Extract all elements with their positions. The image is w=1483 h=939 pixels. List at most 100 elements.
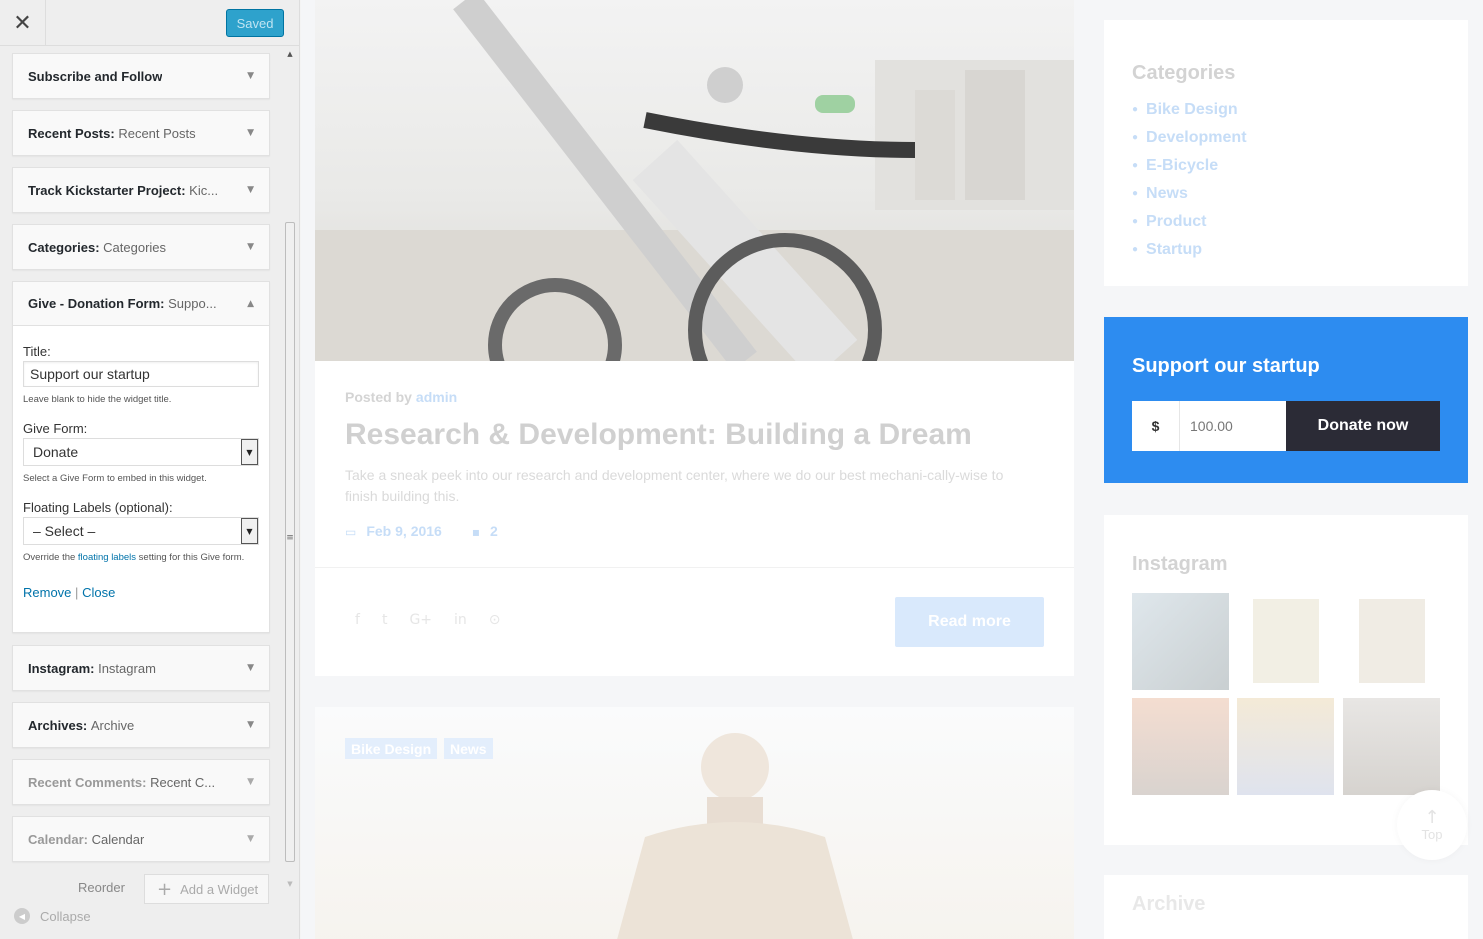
widget-subtitle: Recent C... [150, 774, 216, 790]
widget-subscribe-and-follow[interactable]: Subscribe and Follow ▼ [12, 53, 270, 99]
scroll-up-icon[interactable]: ▲ [285, 50, 295, 60]
instagram-thumb[interactable] [1359, 599, 1425, 683]
widget-recent-comments[interactable]: Recent Comments: Recent C... ▼ [12, 759, 270, 805]
author-link[interactable]: admin [416, 389, 457, 405]
chevron-down-icon[interactable]: ▼ [247, 128, 254, 138]
widget-calendar[interactable]: Calendar: Calendar ▼ [12, 816, 270, 862]
tag-bike-design[interactable]: Bike Design [345, 738, 438, 759]
pinterest-icon[interactable]: ⊙ [489, 612, 501, 628]
widget-recent-posts[interactable]: Recent Posts: Recent Posts ▼ [12, 110, 270, 156]
dropdown-arrow-icon[interactable]: ▼ [241, 439, 258, 465]
category-item[interactable]: ● Startup [1132, 240, 1247, 268]
donate-now-button[interactable]: Donate now [1286, 401, 1440, 451]
saved-button[interactable]: Saved [226, 9, 284, 37]
title-label: Title: [23, 344, 51, 359]
donation-amount-input[interactable]: 100.00 [1180, 401, 1286, 451]
close-customizer-button[interactable]: ✕ [0, 0, 46, 46]
twitter-icon[interactable]: t [382, 612, 388, 628]
instagram-thumb[interactable] [1132, 593, 1229, 690]
category-item[interactable]: ● News [1132, 184, 1247, 212]
widget-footer: Reorder + Add a Widget [0, 870, 299, 904]
remove-link[interactable]: Remove [23, 585, 71, 600]
widget-actions: Remove | Close [23, 585, 116, 600]
widget-name: Give - Donation Form [28, 296, 161, 311]
google-plus-icon[interactable]: G+ [409, 612, 432, 628]
instagram-thumb[interactable] [1132, 698, 1229, 795]
post-date: ▭ Feb 9, 2016 [345, 523, 442, 539]
widget-header[interactable]: Give - Donation Form: Suppo... ▲ [13, 282, 269, 326]
widget-instagram[interactable]: Instagram: Instagram ▼ [12, 645, 270, 691]
collapse-button[interactable]: ◀ Collapse [14, 908, 91, 924]
post-card: Posted by admin Research & Development: B… [315, 0, 1074, 676]
widget-track-kickstarter[interactable]: Track Kickstarter Project: Kic... ▼ [12, 167, 270, 213]
widget-name: Recent Comments [28, 774, 143, 790]
give-form-label: Give Form: [23, 421, 88, 436]
instagram-thumb[interactable] [1343, 698, 1440, 795]
widget-body: Title: Support our startup Leave blank t… [13, 326, 269, 610]
donation-title: Support our startup [1132, 355, 1320, 377]
post-meta: ▭ Feb 9, 2016 ▪ 2 [345, 523, 498, 539]
chevron-down-icon[interactable]: ▼ [247, 242, 254, 252]
category-item[interactable]: ● Development [1132, 128, 1247, 156]
share-icons: f t G+ in ⊙ [355, 612, 501, 628]
post-featured-image [315, 0, 1074, 361]
categories-widget: Categories ● Bike Design ● Development ● E-… [1104, 20, 1468, 286]
divider [315, 567, 1074, 568]
chevron-down-icon[interactable]: ▼ [247, 720, 254, 730]
archive-widget: Archive [1104, 875, 1468, 939]
sidebar-scrollbar[interactable]: ▲ ≡ ▼ [285, 50, 295, 888]
chevron-down-icon[interactable]: ▼ [247, 777, 254, 787]
instagram-thumb[interactable] [1237, 698, 1334, 795]
instagram-title: Instagram [1132, 553, 1228, 575]
customizer-header: ✕ Saved [0, 0, 299, 46]
close-icon: ✕ [13, 10, 32, 36]
give-form-select[interactable]: Donate ▼ [23, 438, 259, 466]
chevron-down-icon[interactable]: ▼ [247, 185, 254, 195]
chevron-up-icon[interactable]: ▲ [247, 299, 254, 309]
floating-labels-help: Override the floating labels setting for… [23, 552, 245, 563]
collapse-label: Collapse [40, 908, 91, 924]
widget-name: Instagram [28, 660, 91, 676]
title-input[interactable]: Support our startup [23, 361, 259, 387]
post-title[interactable]: Research & Development: Building a Dream [345, 418, 972, 452]
widget-subtitle: Suppo... [168, 296, 217, 311]
bicycle-image [315, 0, 1074, 361]
second-post-card: Bike Design News [315, 707, 1074, 939]
widget-categories[interactable]: Categories: Categories ▼ [12, 224, 270, 270]
widget-name: Track Kickstarter Project [28, 182, 182, 198]
back-to-top-button[interactable]: ↑ Top [1397, 790, 1467, 860]
add-widget-button[interactable]: + Add a Widget [144, 874, 269, 904]
post-excerpt: Take a sneak peek into our research and … [345, 467, 1004, 504]
widget-give-donation-form[interactable]: Give - Donation Form: Suppo... ▲ Title: S… [12, 281, 270, 633]
donation-form: $ 100.00 Donate now [1132, 401, 1440, 451]
facebook-icon[interactable]: f [355, 612, 360, 628]
archive-title: Archive [1132, 893, 1206, 915]
reorder-link[interactable]: Reorder [78, 880, 125, 895]
floating-labels-select[interactable]: – Select – ▼ [23, 517, 259, 545]
widget-subtitle: Archive [90, 717, 135, 733]
widget-name: Subscribe and Follow [28, 68, 163, 84]
category-item[interactable]: ● Product [1132, 212, 1247, 240]
close-link[interactable]: Close [82, 585, 115, 600]
linkedin-icon[interactable]: in [454, 612, 467, 628]
instagram-thumb[interactable] [1253, 599, 1319, 683]
tag-news[interactable]: News [444, 738, 493, 759]
widget-subtitle: Recent Posts [118, 125, 196, 141]
widget-archives[interactable]: Archives: Archive ▼ [12, 702, 270, 748]
chevron-down-icon[interactable]: ▼ [247, 834, 254, 844]
widget-name: Calendar [28, 831, 84, 847]
top-label: Top [1421, 826, 1443, 842]
read-more-button[interactable]: Read more [895, 597, 1044, 647]
widget-name: Recent Posts [28, 125, 111, 141]
category-item[interactable]: ● Bike Design [1132, 100, 1247, 128]
categories-title: Categories [1132, 62, 1236, 84]
chevron-down-icon[interactable]: ▼ [247, 663, 254, 673]
title-help: Leave blank to hide the widget title. [23, 394, 172, 405]
post-comments[interactable]: ▪ 2 [472, 523, 498, 539]
dropdown-arrow-icon[interactable]: ▼ [241, 518, 258, 544]
floating-labels-link[interactable]: floating labels [78, 552, 136, 563]
category-item[interactable]: ● E-Bicycle [1132, 156, 1247, 184]
scrollbar-thumb[interactable]: ≡ [285, 222, 295, 862]
post-byline: Posted by admin [345, 389, 458, 405]
chevron-down-icon[interactable]: ▼ [247, 71, 254, 81]
